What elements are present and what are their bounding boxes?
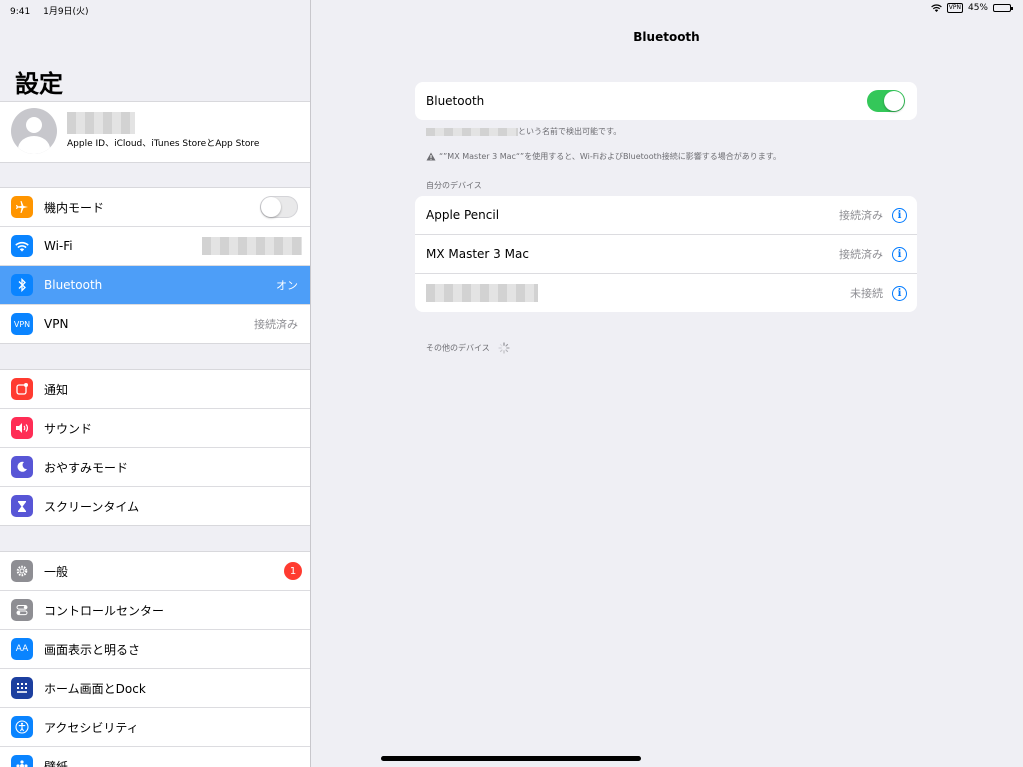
device-row-mx-master[interactable]: MX Master 3 Mac 接続済み i [415, 235, 917, 274]
settings-sidebar: 設定 Apple ID、iCloud、iTunes StoreとApp Stor… [0, 0, 311, 767]
device-row-redacted[interactable]: 未接続 i [415, 274, 917, 312]
update-badge: 1 [284, 562, 302, 580]
info-icon[interactable]: i [892, 246, 907, 262]
sidebar-title: 設定 [15, 70, 63, 98]
loading-spinner-icon [498, 342, 510, 354]
redacted-user-name [67, 112, 135, 134]
redacted-device-name [426, 127, 518, 136]
my-devices-list: Apple Pencil 接続済み i MX Master 3 Mac 接続済み… [415, 196, 917, 312]
info-icon[interactable]: i [892, 285, 907, 301]
sidebar-item-label: VPN [44, 317, 69, 331]
profile-subtitle: Apple ID、iCloud、iTunes StoreとApp Store [67, 139, 260, 149]
warning-note-text: “”MX Master 3 Mac“”を使用すると、Wi-FiおよびBlueto… [439, 152, 782, 161]
redacted-wifi-network [202, 237, 302, 255]
sidebar-item-label: ホーム画面とDock [44, 681, 146, 696]
airplane-mode-toggle[interactable] [260, 196, 298, 218]
device-name: Apple Pencil [426, 208, 500, 222]
airplane-icon [11, 196, 33, 218]
sidebar-item-label: 通知 [44, 382, 69, 397]
vpn-status-value: 接続済み [254, 318, 298, 331]
sidebar-item-sounds[interactable]: サウンド [0, 409, 310, 448]
sidebar-item-label: おやすみモード [44, 460, 129, 475]
connectivity-group: 機内モード Wi-Fi Bluetooth オン VPN VPN 接続済み [0, 187, 310, 344]
warning-note: “”MX Master 3 Mac“”を使用すると、Wi-FiおよびBlueto… [426, 151, 781, 162]
sidebar-item-airplane-mode[interactable]: 機内モード [0, 188, 310, 227]
status-bar: 9:41 1月9日(火) VPN 45% [0, 0, 1023, 18]
warning-icon [426, 152, 436, 161]
sidebar-item-general[interactable]: 一般 1 [0, 552, 310, 591]
general-group: 一般 1 コントロールセンター AA 画面表示と明るさ ホーム画面とDock ア… [0, 551, 310, 767]
bluetooth-status-value: オン [276, 279, 298, 292]
discoverable-note-text: という名前で検出可能です。 [518, 127, 622, 136]
sidebar-item-do-not-disturb[interactable]: おやすみモード [0, 448, 310, 487]
sidebar-item-display-brightness[interactable]: AA 画面表示と明るさ [0, 630, 310, 669]
sidebar-item-label: スクリーンタイム [44, 499, 140, 514]
home-screen-icon [11, 677, 33, 699]
sidebar-item-bluetooth[interactable]: Bluetooth オン [0, 266, 310, 305]
apple-id-profile[interactable]: Apple ID、iCloud、iTunes StoreとApp Store [0, 101, 310, 163]
sidebar-item-screen-time[interactable]: スクリーンタイム [0, 487, 310, 525]
bluetooth-toggle[interactable] [867, 90, 905, 112]
discoverable-note: という名前で検出可能です。 [426, 126, 621, 137]
bluetooth-icon [11, 274, 33, 296]
sidebar-item-label: コントロールセンター [44, 603, 165, 618]
sidebar-item-vpn[interactable]: VPN VPN 接続済み [0, 305, 310, 343]
sidebar-item-label: 機内モード [44, 200, 105, 215]
other-devices-label: その他のデバイス [426, 343, 490, 353]
home-indicator[interactable] [381, 756, 641, 761]
sidebar-item-wifi[interactable]: Wi-Fi [0, 227, 310, 266]
sidebar-item-label: アクセシビリティ [44, 720, 139, 735]
device-status: 接続済み [839, 248, 883, 261]
device-status: 未接続 [850, 287, 883, 300]
device-name: MX Master 3 Mac [426, 247, 529, 261]
bluetooth-toggle-label: Bluetooth [426, 94, 485, 108]
display-icon: AA [11, 638, 33, 660]
device-status: 接続済み [839, 209, 883, 222]
avatar [11, 108, 57, 154]
sound-icon [11, 417, 33, 439]
accessibility-icon [11, 716, 33, 738]
info-icon[interactable]: i [892, 207, 907, 223]
moon-icon [11, 456, 33, 478]
redacted-device-name [426, 284, 538, 302]
control-center-icon [11, 599, 33, 621]
sidebar-item-home-screen-dock[interactable]: ホーム画面とDock [0, 669, 310, 708]
sidebar-item-label: 一般 [44, 564, 69, 579]
hourglass-icon [11, 495, 33, 517]
my-devices-header: 自分のデバイス [426, 181, 482, 190]
battery-percent: 45% [967, 3, 988, 13]
sidebar-item-label: Bluetooth [44, 278, 103, 292]
status-time: 9:41 [10, 7, 31, 17]
vpn-icon: VPN [11, 313, 33, 335]
sidebar-item-label: サウンド [44, 421, 93, 436]
sidebar-item-control-center[interactable]: コントロールセンター [0, 591, 310, 630]
bluetooth-toggle-row: Bluetooth [415, 82, 917, 120]
gear-icon [11, 560, 33, 582]
battery-icon [993, 4, 1013, 12]
notifications-icon [11, 378, 33, 400]
other-devices-header: その他のデバイス [426, 342, 510, 354]
page-title: Bluetooth [633, 30, 700, 44]
bluetooth-toggle-card: Bluetooth [415, 82, 917, 120]
wallpaper-icon [11, 755, 33, 767]
sidebar-item-label: 壁紙 [44, 759, 69, 767]
sidebar-item-label: 画面表示と明るさ [44, 642, 141, 657]
status-date: 1月9日(火) [43, 7, 89, 17]
sidebar-item-accessibility[interactable]: アクセシビリティ [0, 708, 310, 747]
wifi-status-icon [930, 4, 942, 12]
device-row-apple-pencil[interactable]: Apple Pencil 接続済み i [415, 196, 917, 235]
wifi-icon [11, 235, 33, 257]
sidebar-item-notifications[interactable]: 通知 [0, 370, 310, 409]
sidebar-item-wallpaper[interactable]: 壁紙 [0, 747, 310, 767]
sidebar-item-label: Wi-Fi [44, 239, 73, 253]
vpn-status-badge: VPN [946, 3, 963, 13]
notifications-group: 通知 サウンド おやすみモード スクリーンタイム [0, 369, 310, 526]
